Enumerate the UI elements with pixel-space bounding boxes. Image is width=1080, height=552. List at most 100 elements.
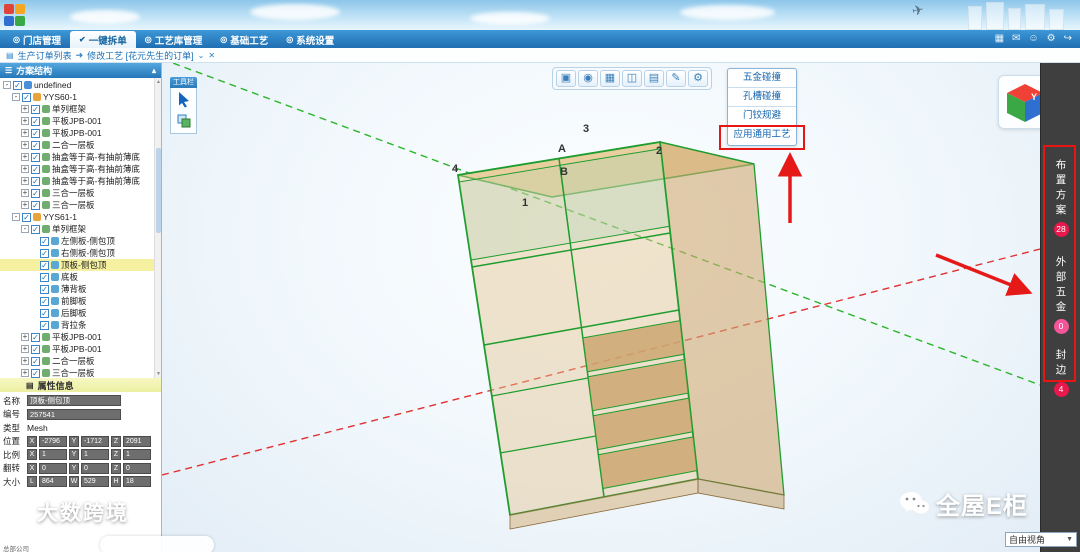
axis-value-field[interactable]: 0	[123, 462, 151, 474]
collapse-icon[interactable]: ▴	[152, 66, 156, 75]
sidebar-group-2[interactable]: 封边 4	[1041, 348, 1080, 397]
view-mode-select[interactable]: 自由视角 ▼	[1005, 532, 1077, 547]
context-menu-item-2[interactable]: 门铰规避	[728, 107, 796, 126]
axis-value-field[interactable]: 0	[39, 462, 67, 474]
checkbox[interactable]: ✓	[31, 344, 40, 354]
tree-item[interactable]: ✓ 前脚板	[0, 295, 161, 307]
axis-value-field[interactable]: -2796	[39, 435, 67, 447]
checkbox[interactable]: ✓	[31, 200, 40, 210]
expander-icon[interactable]: -	[12, 93, 20, 101]
gear-icon[interactable]: ⚙	[1047, 32, 1056, 46]
expander-icon[interactable]: +	[21, 189, 29, 197]
tree-item[interactable]: ✓ 左侧板-侧包顶	[0, 235, 161, 247]
viewport-3d[interactable]: 4 1 3 2 AB ▣ ◉ ▦ ◫ ▤ ✎ ⚙ 工具栏 五金碰撞 孔槽碰撞 门铰规避 应用通用工艺	[162, 63, 1040, 552]
tree-item[interactable]: + ✓ 抽盒等于高-有抽前薄底	[0, 163, 161, 175]
tree-item[interactable]: - ✓ YYS60-1	[0, 91, 161, 103]
checkbox[interactable]: ✓	[40, 308, 49, 318]
axis-value-field[interactable]: 1	[123, 449, 151, 461]
expander-icon[interactable]: +	[21, 201, 29, 209]
close-icon[interactable]: ✕	[208, 51, 215, 60]
expander-icon[interactable]: +	[21, 333, 29, 341]
checkbox[interactable]: ✓	[31, 224, 40, 234]
axis-value-field[interactable]: -1712	[81, 435, 109, 447]
context-menu-item-0[interactable]: 五金碰撞	[728, 69, 796, 88]
checkbox[interactable]: ✓	[31, 368, 40, 378]
checkbox[interactable]: ✓	[22, 212, 31, 222]
axis-value-field[interactable]: 2091	[123, 435, 151, 447]
tree-item[interactable]: ✓ 右侧板-侧包顶	[0, 247, 161, 259]
tree-item[interactable]: ✓ 薄背板	[0, 283, 161, 295]
axis-value-field[interactable]: 1	[39, 449, 67, 461]
tree-item[interactable]: + ✓ 平板JPB-001	[0, 331, 161, 343]
axis-value-field[interactable]: 864	[39, 476, 67, 488]
orbit-icon[interactable]: ◉	[578, 70, 598, 87]
checkbox[interactable]: ✓	[31, 332, 40, 342]
exit-icon[interactable]: ↪	[1064, 32, 1072, 46]
property-value-field[interactable]: 257541	[27, 408, 121, 420]
scroll-down-icon[interactable]: ▼	[155, 371, 161, 377]
expander-icon[interactable]: +	[21, 165, 29, 173]
tree-item[interactable]: + ✓ 平板JPB-001	[0, 115, 161, 127]
menu-icon[interactable]: ☰	[5, 66, 12, 75]
grid-icon[interactable]: ▦	[600, 70, 620, 87]
tab-3[interactable]: ◎ 基础工艺	[211, 31, 277, 48]
checkbox[interactable]: ✓	[31, 104, 40, 114]
tab-4[interactable]: ◎ 系统设置	[277, 31, 343, 48]
tree-item[interactable]: + ✓ 抽盒等于高-有抽前薄底	[0, 151, 161, 163]
nav-cube[interactable]: Y	[998, 75, 1040, 129]
tree-item[interactable]: - ✓ undefined	[0, 79, 161, 91]
axis-value-field[interactable]: 0	[81, 462, 109, 474]
checkbox[interactable]: ✓	[40, 320, 49, 330]
checkbox[interactable]: ✓	[31, 356, 40, 366]
property-value-field[interactable]: 顶板-侧包顶	[27, 395, 121, 407]
expander-icon[interactable]: +	[21, 129, 29, 137]
tree-item[interactable]: + ✓ 三合一层板	[0, 199, 161, 211]
expander-icon[interactable]: +	[21, 177, 29, 185]
expander-icon[interactable]: -	[12, 213, 20, 221]
list-icon[interactable]: ▤	[644, 70, 664, 87]
tree-item[interactable]: - ✓ 单列框架	[0, 223, 161, 235]
panel-icon[interactable]: ◫	[622, 70, 642, 87]
scene-canvas[interactable]	[162, 63, 1040, 552]
sidebar-group-0[interactable]: 布置方案 28	[1041, 158, 1080, 237]
context-menu-item-1[interactable]: 孔槽碰撞	[728, 88, 796, 107]
gear-icon[interactable]: ⚙	[688, 70, 708, 87]
tree-scrollbar[interactable]: ▲ ▼	[154, 78, 161, 378]
copy-icon[interactable]	[176, 113, 192, 129]
scrollbar-thumb[interactable]	[156, 148, 161, 233]
expander-icon[interactable]: +	[21, 369, 29, 377]
breadcrumb-orders-link[interactable]: 生产订单列表	[18, 49, 72, 62]
tab-0[interactable]: ◎ 门店管理	[4, 31, 70, 48]
expander-icon[interactable]: -	[21, 225, 29, 233]
tab-2[interactable]: ◎ 工艺库管理	[136, 31, 212, 48]
expander-icon[interactable]: +	[21, 105, 29, 113]
tree-item[interactable]: + ✓ 单列框架	[0, 103, 161, 115]
tree-item[interactable]: + ✓ 二合一层板	[0, 139, 161, 151]
checkbox[interactable]: ✓	[40, 284, 49, 294]
axis-value-field[interactable]: 1	[81, 449, 109, 461]
checkbox[interactable]: ✓	[31, 188, 40, 198]
scroll-up-icon[interactable]: ▲	[155, 79, 161, 85]
checkbox[interactable]: ✓	[40, 296, 49, 306]
message-icon[interactable]: ✉	[1012, 32, 1020, 46]
cabinet-model[interactable]	[456, 140, 785, 530]
tree-item[interactable]: ✓ 背拉条	[0, 319, 161, 331]
tree-item[interactable]: ✓ 顶板-侧包顶	[0, 259, 161, 271]
chevron-down-icon[interactable]: ⌄	[198, 51, 205, 60]
expander-icon[interactable]: -	[3, 81, 11, 89]
expander-icon[interactable]: +	[21, 153, 29, 161]
checkbox[interactable]: ✓	[31, 164, 40, 174]
axis-value-field[interactable]: 18	[123, 476, 151, 488]
tree-item[interactable]: ✓ 后脚板	[0, 307, 161, 319]
checkbox[interactable]: ✓	[40, 248, 49, 258]
tree-item[interactable]: + ✓ 平板JPB-001	[0, 127, 161, 139]
sidebar-group-1[interactable]: 外部五金 0	[1041, 255, 1080, 334]
tab-1[interactable]: ✔ 一键拆单	[70, 31, 136, 48]
expander-icon[interactable]: +	[21, 141, 29, 149]
checkbox[interactable]: ✓	[31, 176, 40, 186]
checkbox[interactable]: ✓	[13, 80, 22, 90]
tree-item[interactable]: ✓ 底板	[0, 271, 161, 283]
checkbox[interactable]: ✓	[31, 116, 40, 126]
expander-icon[interactable]: +	[21, 345, 29, 353]
expander-icon[interactable]: +	[21, 357, 29, 365]
